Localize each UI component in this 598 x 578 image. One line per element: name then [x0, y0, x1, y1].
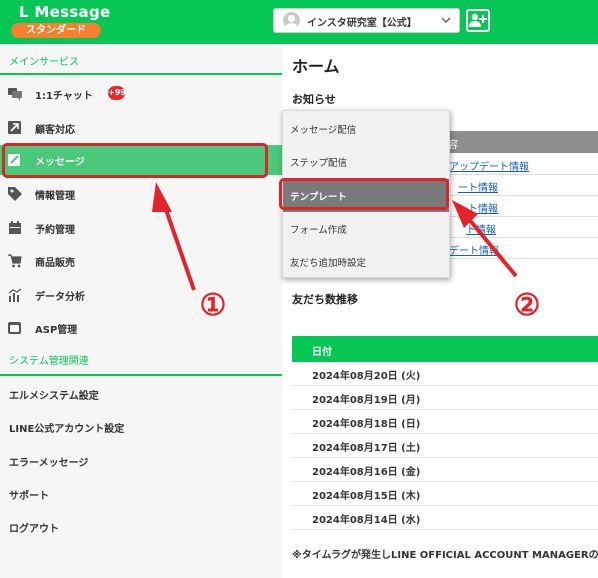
account-name: インスタ研究室【公式】: [307, 18, 417, 29]
page-title: ホーム: [292, 57, 340, 76]
menu-item-label: フォーム作成: [290, 225, 347, 236]
account-selector[interactable]: インスタ研究室【公式】: [273, 8, 460, 33]
section-label-system: システム管理関連: [9, 356, 89, 367]
add-person-icon: [469, 13, 487, 27]
sidebar-item-label: 商品販売: [35, 258, 75, 269]
step-number-2: ②: [513, 288, 541, 323]
sidebar-item-chat[interactable]: 1:1チャット +99: [0, 79, 282, 109]
table-row: 2024年08月14日 (水): [292, 506, 598, 530]
account-avatar-icon: [283, 12, 300, 29]
date-cell: 2024年08月19日 (月): [312, 395, 421, 406]
notice-link[interactable]: ト情報: [466, 221, 496, 236]
sidebar-item-reservation[interactable]: 予約管理: [0, 213, 282, 243]
sidebar: メインサービス 1:1チャット +99 顧客対応 メッセージ 情報管理 予約管理…: [0, 44, 282, 578]
menu-item-label: 友だち追加時設定: [290, 258, 367, 269]
table-row: 2024年08月18日 (日): [292, 410, 598, 434]
table-row: 2024年08月16日 (金): [292, 458, 598, 482]
menu-item-form-creation[interactable]: フォーム作成: [283, 212, 449, 245]
menu-item-message-delivery[interactable]: メッセージ配信: [283, 112, 449, 145]
sidebar-item-error-messages[interactable]: エラーメッセージ: [9, 454, 88, 469]
chart-icon: [8, 288, 22, 302]
date-cell: 2024年08月14日 (水): [312, 515, 421, 526]
menu-item-label: ステップ配信: [290, 158, 348, 169]
notice-row[interactable]: ート情報: [447, 175, 598, 196]
section-label-main: メインサービス: [9, 57, 79, 68]
cart-icon: [8, 254, 22, 268]
notice-row[interactable]: ト情報: [447, 217, 598, 238]
sidebar-item-label: 情報管理: [35, 191, 75, 202]
notices-table-header: 容: [447, 131, 598, 153]
table-row: 2024年08月19日 (月): [292, 386, 598, 410]
notice-link[interactable]: ート情報: [458, 179, 498, 194]
notice-row[interactable]: ート情報: [447, 196, 598, 217]
arrow-box-icon: [8, 121, 21, 134]
table-row: 2024年08月17日 (土): [292, 434, 598, 458]
date-cell: 2024年08月15日 (木): [312, 491, 421, 502]
timelag-footnote: ※タイムラグが発生しLINE OFFICIAL ACCOUNT MANAGERの…: [292, 550, 598, 561]
sidebar-item-erume-settings[interactable]: エルメシステム設定: [9, 387, 99, 402]
table-row: 2024年08月15日 (木): [292, 482, 598, 506]
asp-icon: [8, 322, 21, 334]
sidebar-item-data-analysis[interactable]: データ分析: [0, 280, 282, 310]
notice-link[interactable]: デート情報: [449, 242, 499, 257]
notice-row[interactable]: アップデート情報: [447, 154, 598, 175]
date-header-label: 日付: [312, 347, 332, 358]
sidebar-item-asp[interactable]: ASP管理: [0, 313, 282, 343]
sidebar-item-line-account-settings[interactable]: LINE公式アカウント設定: [9, 420, 124, 435]
date-cell: 2024年08月17日 (土): [312, 443, 421, 454]
sidebar-item-customer-support[interactable]: 顧客対応: [0, 113, 282, 143]
unread-count-badge: +99: [108, 86, 126, 100]
section-divider: [0, 73, 282, 75]
highlight-box-message: [2, 143, 268, 178]
highlight-box-template: [279, 178, 449, 210]
sidebar-item-product-sales[interactable]: 商品販売: [0, 246, 282, 276]
notice-link[interactable]: ート情報: [458, 200, 498, 215]
notices-heading: お知らせ: [292, 93, 336, 106]
sidebar-item-label: 1:1チャット: [35, 91, 93, 102]
sidebar-item-label: ASP管理: [35, 325, 78, 336]
section-divider: [0, 374, 282, 376]
table-row: 2024年08月20日 (火): [292, 362, 598, 386]
sidebar-item-label: データ分析: [35, 292, 85, 303]
add-friend-button[interactable]: [466, 9, 490, 32]
notice-row[interactable]: デート情報: [447, 238, 598, 259]
menu-item-friend-add-settings[interactable]: 友だち追加時設定: [283, 245, 449, 278]
menu-item-step-delivery[interactable]: ステップ配信: [283, 145, 449, 178]
tag-icon: [8, 187, 22, 201]
sidebar-item-label: 予約管理: [35, 225, 75, 236]
friends-count-heading: 友だち数推移: [292, 293, 358, 306]
calendar-icon: [9, 221, 21, 234]
date-cell: 2024年08月20日 (火): [312, 371, 421, 382]
sidebar-item-label: 顧客対応: [35, 125, 75, 136]
date-cell: 2024年08月16日 (金): [312, 467, 421, 478]
date-cell: 2024年08月18日 (日): [312, 419, 421, 430]
chevron-down-icon: [441, 17, 451, 24]
plan-badge: スタンダード: [11, 23, 101, 38]
menu-item-label: メッセージ配信: [290, 125, 357, 136]
sidebar-item-logout[interactable]: ログアウト: [9, 520, 59, 535]
top-bar: L Message スタンダード インスタ研究室【公式】: [0, 0, 598, 44]
notice-link[interactable]: アップデート情報: [449, 158, 529, 173]
chat-icon: [8, 88, 22, 101]
sidebar-item-support[interactable]: サポート: [9, 487, 49, 502]
sidebar-item-info-management[interactable]: 情報管理: [0, 179, 282, 209]
date-column-header: 日付: [292, 336, 598, 362]
brand-logo[interactable]: L Message: [19, 3, 110, 21]
step-number-1: ①: [199, 288, 227, 323]
